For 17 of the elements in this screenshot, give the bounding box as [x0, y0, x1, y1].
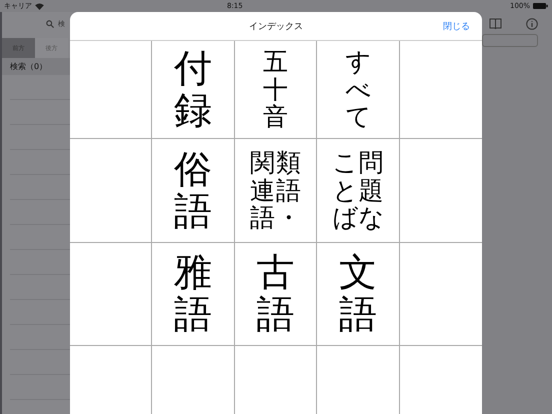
battery-icon	[533, 3, 548, 9]
index-entry[interactable]: 文語	[338, 252, 377, 336]
book-icon[interactable]	[489, 18, 502, 29]
index-entry[interactable]: 類語・ 関連語	[250, 149, 301, 232]
results-header: 検索（0）	[2, 58, 70, 75]
search-icon	[46, 20, 54, 28]
wifi-icon	[35, 2, 44, 10]
index-entry[interactable]: 五十音	[262, 48, 288, 131]
index-entry[interactable]: 雅語	[174, 252, 212, 336]
close-button[interactable]: 閉じる	[441, 18, 472, 35]
index-entry[interactable]: 古語	[256, 252, 294, 336]
modal-title: インデックス	[249, 20, 303, 32]
index-entry[interactable]: 俗語	[174, 148, 212, 232]
index-entry[interactable]: 付録	[174, 48, 212, 132]
index-entry[interactable]: すべて	[345, 48, 370, 131]
info-icon[interactable]	[526, 18, 538, 30]
index-entry[interactable]: 問題な ことば	[332, 149, 384, 232]
